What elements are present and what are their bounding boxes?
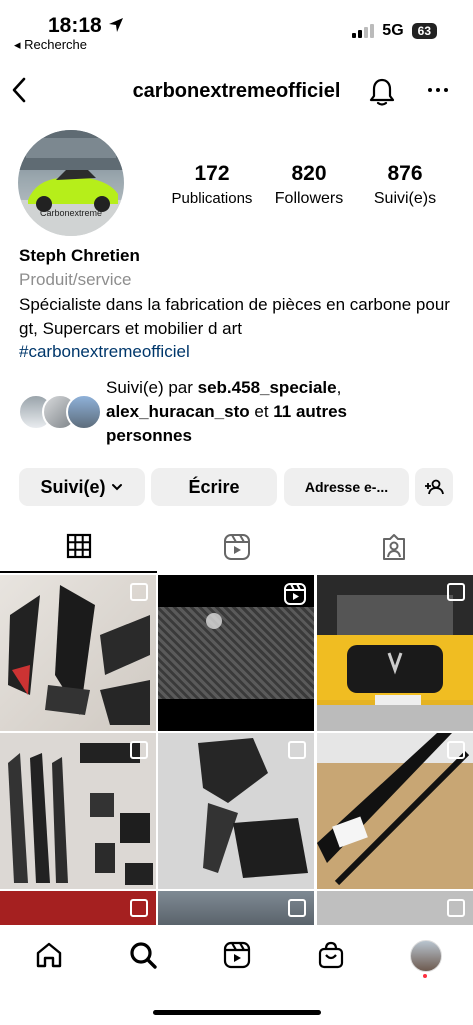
tab-reels[interactable] xyxy=(223,533,251,566)
mutual-followers-text[interactable]: Suivi(e) par seb.458_speciale, alex_hura… xyxy=(106,376,436,448)
reel-indicator-icon xyxy=(284,583,306,605)
bell-icon xyxy=(369,78,395,106)
carousel-icon xyxy=(447,583,465,601)
profile-category: Produit/service xyxy=(19,270,132,289)
profile-bio: Spécialiste dans la fabrication de pièce… xyxy=(19,295,450,338)
carousel-icon xyxy=(288,741,306,759)
tagged-person-icon xyxy=(383,534,405,560)
shopping-bag-icon xyxy=(318,941,344,969)
grid-post[interactable] xyxy=(317,891,473,925)
bio-hashtag-link[interactable]: #carbonextremeofficiel xyxy=(19,342,190,362)
suggest-people-button[interactable] xyxy=(415,468,453,506)
reels-icon xyxy=(224,534,250,560)
profile-username: carbonextremeofficiel xyxy=(132,80,341,102)
back-to-app-link[interactable]: ◂ Recherche xyxy=(14,37,87,53)
stat-publications[interactable]: 172 Publications xyxy=(170,162,254,207)
mutual-user-link[interactable]: seb.458_speciale xyxy=(198,378,337,397)
carousel-icon xyxy=(130,741,148,759)
add-person-icon xyxy=(425,479,444,495)
avatar xyxy=(66,394,102,430)
grid-post[interactable] xyxy=(158,733,314,889)
stat-value: 820 xyxy=(291,162,327,185)
nav-home[interactable] xyxy=(34,940,64,975)
grid-post[interactable] xyxy=(0,891,156,925)
stat-label: Publications xyxy=(171,190,253,207)
network-label: 5G xyxy=(382,22,404,39)
home-icon xyxy=(36,942,62,968)
post-image xyxy=(158,607,314,699)
carousel-icon xyxy=(288,899,306,917)
nav-reels[interactable] xyxy=(222,940,252,975)
signal-icon xyxy=(352,24,375,38)
battery-icon: 63 xyxy=(411,23,437,39)
more-options-button[interactable] xyxy=(428,88,448,92)
avatar-image xyxy=(18,130,124,236)
mutual-connector: et xyxy=(249,402,274,421)
message-button[interactable]: Écrire xyxy=(151,468,277,506)
grid-post[interactable] xyxy=(0,575,156,731)
status-time: 18:18 xyxy=(48,14,124,38)
nav-shop[interactable] xyxy=(316,940,346,975)
status-indicators: 5G 63 xyxy=(352,22,437,40)
nav-search[interactable] xyxy=(128,940,158,975)
grid-post[interactable] xyxy=(0,733,156,889)
nav-profile[interactable] xyxy=(410,940,442,972)
grid-post[interactable] xyxy=(158,891,314,925)
carousel-icon xyxy=(130,583,148,601)
carousel-icon xyxy=(447,899,465,917)
stat-value: 172 xyxy=(194,162,230,185)
post-highlight xyxy=(206,613,222,629)
stat-followers[interactable]: 820 Followers xyxy=(264,162,354,208)
grid-post[interactable] xyxy=(317,733,473,889)
notifications-button[interactable] xyxy=(368,77,396,112)
carousel-icon xyxy=(130,899,148,917)
carousel-icon xyxy=(447,741,465,759)
notification-dot xyxy=(423,974,427,978)
email-button[interactable]: Adresse e-... xyxy=(284,468,409,506)
reels-icon xyxy=(223,941,251,969)
stat-label: Suivi(e)s xyxy=(373,190,437,207)
stat-label: Followers xyxy=(274,190,344,207)
mutual-followers-avatars[interactable] xyxy=(18,394,102,430)
mutual-separator: , xyxy=(336,378,342,397)
stat-following[interactable]: 876 Suivi(e)s xyxy=(362,162,448,208)
mutual-prefix: Suivi(e) par xyxy=(106,378,198,397)
profile-avatar[interactable]: Carbonextreme xyxy=(18,130,124,236)
location-arrow-icon xyxy=(108,18,123,32)
grid-post[interactable] xyxy=(158,575,314,731)
grid-post[interactable] xyxy=(317,575,473,731)
tab-tagged[interactable] xyxy=(380,533,408,566)
tab-grid[interactable] xyxy=(66,533,92,564)
grid-icon xyxy=(66,533,92,559)
mutual-user-link[interactable]: alex_huracan_sto xyxy=(106,402,250,421)
stat-value: 876 xyxy=(387,162,423,185)
home-indicator[interactable] xyxy=(153,1010,321,1015)
following-button[interactable]: Suivi(e) xyxy=(19,468,145,506)
search-icon xyxy=(130,942,157,969)
avatar xyxy=(410,940,442,972)
active-tab-indicator xyxy=(0,571,157,573)
profile-name: Steph Chretien xyxy=(19,246,140,265)
following-label: Suivi(e) xyxy=(40,476,106,497)
avatar-watermark: Carbonextreme xyxy=(39,208,103,218)
chevron-down-icon xyxy=(111,484,122,491)
